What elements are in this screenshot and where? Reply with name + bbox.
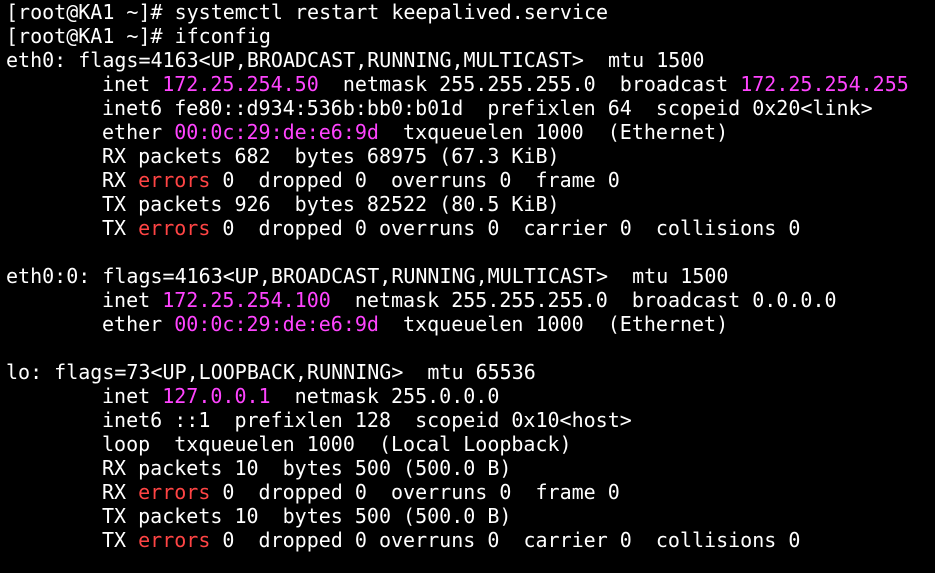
terminal-text: TX	[102, 528, 139, 552]
terminal-text: RX	[102, 480, 139, 504]
terminal-line: ether 00:0c:29:de:e6:9d txqueuelen 1000 …	[6, 312, 935, 336]
terminal-text: 0 dropped 0 overruns 0 carrier 0 collisi…	[210, 528, 801, 552]
terminal-text: loop txqueuelen 1000 (Local Loopback)	[102, 432, 572, 456]
terminal-line: inet6 fe80::d934:536b:bb0:b01d prefixlen…	[6, 96, 935, 120]
terminal-line: eth0: flags=4163<UP,BROADCAST,RUNNING,MU…	[6, 48, 935, 72]
error-label: errors	[138, 528, 211, 552]
terminal-text: netmask 255.255.255.0 broadcast	[318, 72, 741, 96]
terminal-text: TX packets 10 bytes 500 (500.0 B)	[102, 504, 512, 528]
highlighted-address: 00:0c:29:de:e6:9d	[174, 312, 379, 336]
error-label: errors	[138, 480, 211, 504]
terminal-text: inet	[102, 384, 163, 408]
highlighted-address: 172.25.254.255	[740, 72, 909, 96]
terminal-text: eth0: flags=4163<UP,BROADCAST,RUNNING,MU…	[6, 48, 705, 72]
terminal-text: eth0:0: flags=4163<UP,BROADCAST,RUNNING,…	[6, 264, 729, 288]
terminal-line: TX packets 926 bytes 82522 (80.5 KiB)	[6, 192, 935, 216]
terminal-text: netmask 255.255.255.0 broadcast 0.0.0.0	[330, 288, 837, 312]
terminal-text: 0 dropped 0 overruns 0 carrier 0 collisi…	[210, 216, 801, 240]
terminal-line: inet 172.25.254.50 netmask 255.255.255.0…	[6, 72, 935, 96]
error-label: errors	[138, 216, 211, 240]
terminal-line: lo: flags=73<UP,LOOPBACK,RUNNING> mtu 65…	[6, 360, 935, 384]
terminal-text: txqueuelen 1000 (Ethernet)	[378, 120, 729, 144]
terminal-line: RX packets 10 bytes 500 (500.0 B)	[6, 456, 935, 480]
terminal-text: RX	[102, 168, 139, 192]
error-label: errors	[138, 168, 211, 192]
highlighted-address: 00:0c:29:de:e6:9d	[174, 120, 379, 144]
terminal-line: inet 127.0.0.1 netmask 255.0.0.0	[6, 384, 935, 408]
terminal-text: 0 dropped 0 overruns 0 frame 0	[210, 168, 620, 192]
terminal-text: [root@KA1 ~]# systemctl restart keepaliv…	[6, 0, 609, 24]
terminal-text: netmask 255.0.0.0	[270, 384, 500, 408]
terminal-text: RX packets 10 bytes 500 (500.0 B)	[102, 456, 512, 480]
terminal-line: RX errors 0 dropped 0 overruns 0 frame 0	[6, 168, 935, 192]
terminal-line: [root@KA1 ~]# systemctl restart keepaliv…	[6, 0, 935, 24]
terminal-text: inet	[102, 72, 163, 96]
terminal-line: RX errors 0 dropped 0 overruns 0 frame 0	[6, 480, 935, 504]
terminal-text: inet6 ::1 prefixlen 128 scopeid 0x10<hos…	[102, 408, 632, 432]
terminal-line: TX errors 0 dropped 0 overruns 0 carrier…	[6, 216, 935, 240]
terminal-text: 0 dropped 0 overruns 0 frame 0	[210, 480, 620, 504]
terminal-line: TX packets 10 bytes 500 (500.0 B)	[6, 504, 935, 528]
terminal-line: RX packets 682 bytes 68975 (67.3 KiB)	[6, 144, 935, 168]
terminal-text: [root@KA1 ~]# ifconfig	[6, 24, 271, 48]
terminal-window[interactable]: [root@KA1 ~]# systemctl restart keepaliv…	[0, 0, 935, 573]
terminal-line: TX errors 0 dropped 0 overruns 0 carrier…	[6, 528, 935, 552]
terminal-line: eth0:0: flags=4163<UP,BROADCAST,RUNNING,…	[6, 264, 935, 288]
terminal-text: inet6 fe80::d934:536b:bb0:b01d prefixlen…	[102, 96, 873, 120]
terminal-line: inet6 ::1 prefixlen 128 scopeid 0x10<hos…	[6, 408, 935, 432]
terminal-text: TX	[102, 216, 139, 240]
terminal-text: ether	[102, 120, 175, 144]
highlighted-address: 172.25.254.100	[162, 288, 331, 312]
terminal-line: inet 172.25.254.100 netmask 255.255.255.…	[6, 288, 935, 312]
highlighted-address: 172.25.254.50	[162, 72, 319, 96]
terminal-text: inet	[102, 288, 163, 312]
terminal-text: RX packets 682 bytes 68975 (67.3 KiB)	[102, 144, 560, 168]
terminal-text: ether	[102, 312, 175, 336]
terminal-line: loop txqueuelen 1000 (Local Loopback)	[6, 432, 935, 456]
highlighted-address: 127.0.0.1	[162, 384, 271, 408]
terminal-line: ether 00:0c:29:de:e6:9d txqueuelen 1000 …	[6, 120, 935, 144]
terminal-text: lo: flags=73<UP,LOOPBACK,RUNNING> mtu 65…	[6, 360, 536, 384]
terminal-line: [root@KA1 ~]# ifconfig	[6, 24, 935, 48]
terminal-text: txqueuelen 1000 (Ethernet)	[378, 312, 729, 336]
terminal-text: TX packets 926 bytes 82522 (80.5 KiB)	[102, 192, 560, 216]
